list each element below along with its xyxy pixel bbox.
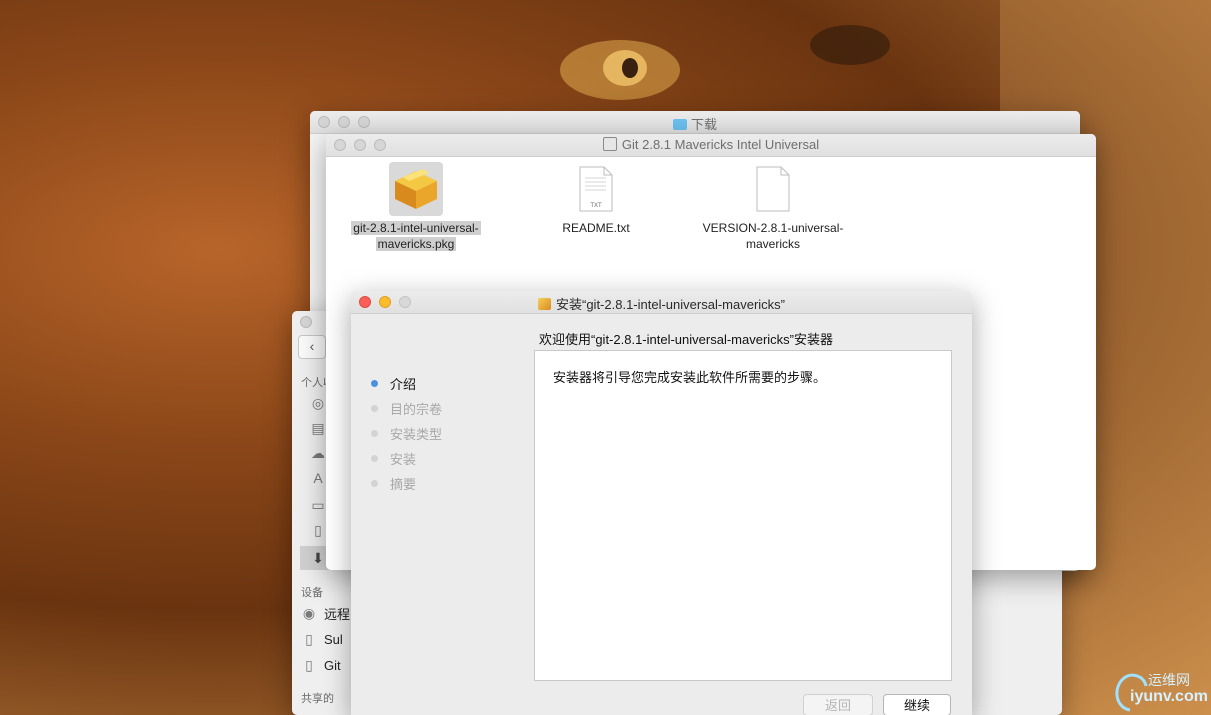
back-button[interactable]: ‹ (298, 335, 326, 359)
step-bullet-icon (371, 455, 378, 462)
file-name-line2: mavericks.pkg (375, 237, 457, 251)
sidebar-item-disk[interactable]: ▯ Sul (300, 628, 343, 650)
file-version[interactable]: VERSION-2.8.1-universal- mavericks (688, 162, 858, 252)
step-bullet-icon (371, 405, 378, 412)
downloads-folder-icon (672, 119, 687, 130)
installer-titlebar[interactable]: 安装“git-2.8.1-intel-universal-mavericks” (351, 291, 972, 314)
step-bullet-icon (371, 480, 378, 487)
step-introduction: 介绍 (371, 371, 442, 396)
airdrop-icon[interactable]: ◎ (309, 394, 327, 412)
file-name-line1: README.txt (562, 221, 630, 235)
watermark-line1: 运维网 (1148, 672, 1190, 688)
all-files-icon[interactable]: ▤ (309, 419, 327, 437)
sidebar-item-remote-disc[interactable]: ◉ 远程 (300, 602, 350, 624)
sidebar-section-shared: 共享的 (301, 693, 334, 705)
drive-icon: ▯ (305, 656, 313, 673)
window-controls (300, 316, 312, 328)
documents-icon[interactable]: ▯ (309, 521, 327, 539)
installer-content-pane: 安装器将引导您完成安装此软件所需要的步骤。 (534, 350, 952, 681)
close-button[interactable] (300, 316, 312, 328)
step-installation-type: 安装类型 (371, 421, 442, 446)
back-button[interactable]: 返回 (803, 694, 873, 715)
disk-image-icon (602, 137, 617, 151)
git-folder-title: Git 2.8.1 Mavericks Intel Universal (326, 137, 1096, 152)
installer-window: 安装“git-2.8.1-intel-universal-mavericks” … (351, 291, 972, 715)
sidebar-section-devices: 设备 (301, 587, 323, 599)
desktop-icon[interactable]: ▭ (309, 496, 327, 514)
installer-steps: 介绍 目的宗卷 安装类型 安装 摘要 (371, 371, 442, 496)
installer-title: 安装“git-2.8.1-intel-universal-mavericks” (351, 294, 972, 313)
file-name-line1: VERSION-2.8.1-universal- (702, 221, 844, 235)
installer-heading: 欢迎使用“git-2.8.1-intel-universal-mavericks… (539, 332, 833, 347)
watermark: 运维网 iyunv.com (1110, 668, 1210, 713)
file-name-line1: git-2.8.1-intel-universal- (351, 221, 481, 235)
step-install: 安装 (371, 446, 442, 471)
downloads-title: 下载 (310, 114, 1080, 133)
icloud-icon[interactable]: ☁ (309, 444, 327, 462)
downloads-titlebar[interactable]: 下载 (310, 111, 1080, 134)
disc-icon: ◉ (302, 604, 316, 621)
sidebar-item-git-volume[interactable]: ▯ Git (300, 654, 340, 676)
step-bullet-icon (371, 380, 378, 387)
svg-text:TXT: TXT (590, 203, 602, 209)
package-icon (538, 298, 551, 310)
git-folder-titlebar[interactable]: Git 2.8.1 Mavericks Intel Universal (326, 134, 1096, 157)
step-summary: 摘要 (371, 471, 442, 496)
step-destination: 目的宗卷 (371, 396, 442, 421)
watermark-line2: iyunv.com (1130, 688, 1208, 705)
applications-icon[interactable]: A (309, 469, 327, 487)
continue-button[interactable]: 继续 (883, 694, 951, 715)
txt-document-icon: TXT (569, 162, 623, 216)
file-name-line2: mavericks (745, 237, 800, 251)
drive-icon: ▯ (305, 630, 313, 647)
package-icon (389, 162, 443, 216)
file-readme[interactable]: TXT README.txt (511, 162, 681, 236)
installer-body-text: 安装器将引导您完成安装此软件所需要的步骤。 (553, 370, 827, 385)
blank-document-icon (746, 162, 800, 216)
step-bullet-icon (371, 430, 378, 437)
downloads-icon: ⬇ (312, 549, 324, 566)
file-pkg[interactable]: git-2.8.1-intel-universal- mavericks.pkg (331, 162, 501, 252)
